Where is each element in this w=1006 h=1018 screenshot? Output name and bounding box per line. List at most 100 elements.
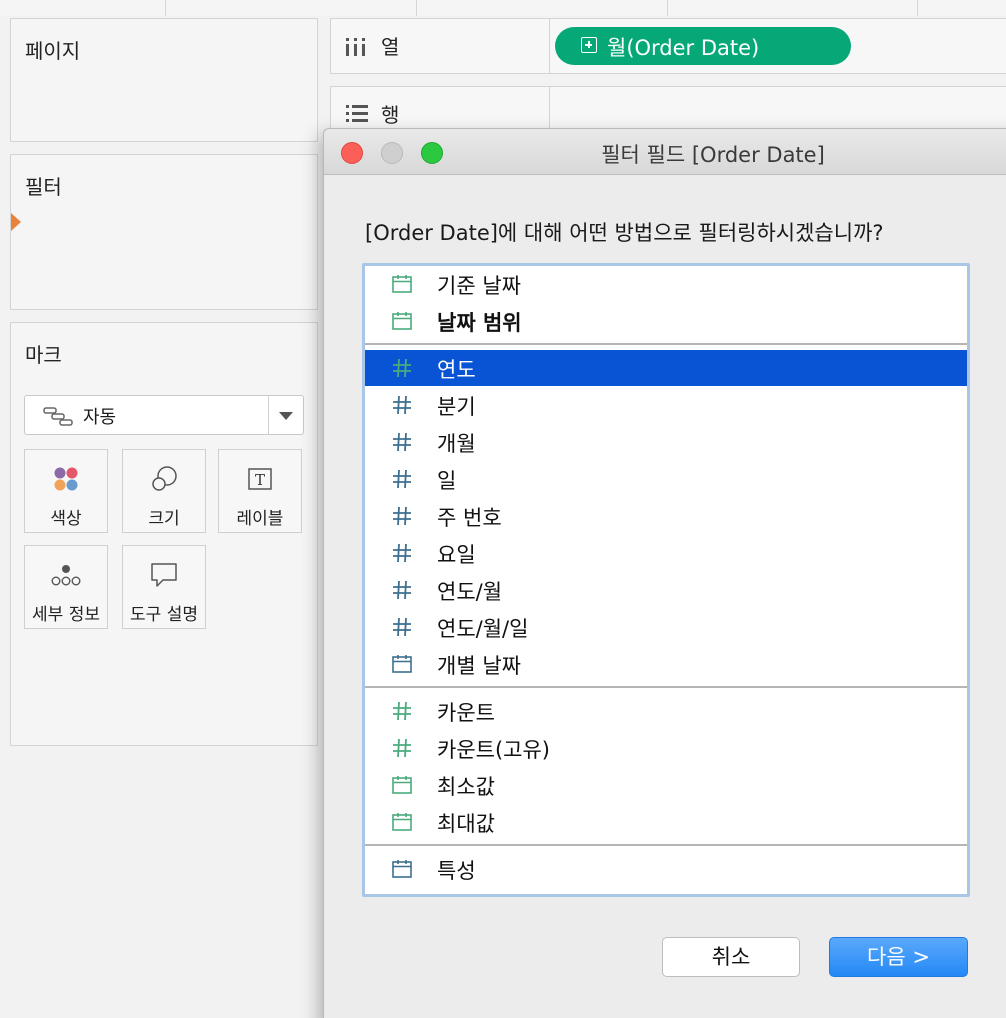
filter-option-item[interactable]: 연도/월 xyxy=(365,572,967,608)
size-button-label: 크기 xyxy=(148,509,180,529)
filter-option-label: 날짜 범위 xyxy=(437,311,522,335)
filter-option-item[interactable]: 카운트(고유) xyxy=(365,730,967,766)
filter-option-item[interactable]: 개월 xyxy=(365,424,967,460)
shelf-divider xyxy=(549,19,550,73)
filter-option-item[interactable]: 분기 xyxy=(365,387,967,423)
filter-option-label: 일 xyxy=(437,469,457,493)
filter-option-label: 특성 xyxy=(437,859,476,883)
rows-shelf-icon xyxy=(345,103,369,127)
hash-icon xyxy=(391,542,413,564)
calendar-icon xyxy=(391,273,413,295)
toolbar-divider xyxy=(667,0,668,16)
filter-option-label: 요일 xyxy=(437,543,476,567)
filter-option-label: 기준 날짜 xyxy=(437,274,521,298)
filter-option-label: 분기 xyxy=(437,395,476,419)
hash-icon xyxy=(391,505,413,527)
top-toolbar-strip xyxy=(0,0,1006,16)
rows-shelf-label: 행 xyxy=(381,103,400,127)
size-circles-icon xyxy=(123,464,205,494)
filters-card[interactable]: 필터 xyxy=(10,154,318,310)
month-order-date-pill[interactable]: 월(Order Date) xyxy=(555,27,851,65)
color-button-label: 색상 xyxy=(50,509,82,529)
toolbar-divider xyxy=(917,0,918,16)
toolbar-divider xyxy=(165,0,166,16)
filter-option-item[interactable]: 날짜 범위 xyxy=(365,303,967,339)
chevron-down-icon[interactable] xyxy=(279,412,293,420)
pages-title: 페이지 xyxy=(25,39,81,63)
filter-option-item[interactable]: 일 xyxy=(365,461,967,497)
tooltip-bubble-icon xyxy=(123,560,205,590)
filter-option-label: 주 번호 xyxy=(437,506,502,530)
filter-option-label: 연도 xyxy=(437,358,476,382)
hash-icon xyxy=(391,431,413,453)
next-button[interactable]: 다음 > xyxy=(829,937,968,977)
detail-dots-icon xyxy=(25,560,107,590)
calendar-icon xyxy=(391,653,413,675)
dialog-question: [Order Date]에 대해 어떤 방법으로 필터링하시겠습니까? xyxy=(365,221,884,245)
label-button-label: 레이블 xyxy=(236,509,284,529)
marks-title: 마크 xyxy=(25,343,62,367)
filter-option-item[interactable]: 카운트 xyxy=(365,693,967,729)
hash-icon xyxy=(391,579,413,601)
dropdown-divider xyxy=(268,396,269,434)
svg-text:T: T xyxy=(255,471,265,489)
filter-option-label: 최대값 xyxy=(437,812,495,836)
mark-type-label: 자동 xyxy=(83,407,117,428)
columns-shelf-icon xyxy=(345,37,367,61)
filter-option-label: 연도/월/일 xyxy=(437,617,529,641)
drop-indicator-icon xyxy=(11,213,21,231)
filter-option-label: 개별 날짜 xyxy=(437,654,521,678)
hash-icon xyxy=(391,700,413,722)
filter-option-item[interactable]: 개별 날짜 xyxy=(365,646,967,682)
marks-card: 마크 자동 색상 크기 T 레이블 세부 정보 도구 설명 xyxy=(10,322,318,746)
hash-icon xyxy=(391,394,413,416)
filter-option-item[interactable]: 특성 xyxy=(365,851,967,887)
mark-type-auto-icon xyxy=(43,406,73,430)
calendar-icon xyxy=(391,774,413,796)
pill-label: 월(Order Date) xyxy=(607,36,760,60)
filter-option-label: 개월 xyxy=(437,432,476,456)
label-button[interactable]: T 레이블 xyxy=(218,449,302,533)
filter-option-item[interactable]: 최소값 xyxy=(365,767,967,803)
hash-icon xyxy=(391,468,413,490)
filter-option-item[interactable]: 기준 날짜 xyxy=(365,266,967,302)
filter-option-item[interactable]: 연도 xyxy=(365,350,967,386)
filter-option-item[interactable]: 요일 xyxy=(365,535,967,571)
filter-option-list[interactable]: 기준 날짜날짜 범위연도분기개월일주 번호요일연도/월연도/월/일개별 날짜카운… xyxy=(362,263,970,897)
filter-option-item[interactable]: 주 번호 xyxy=(365,498,967,534)
filters-title: 필터 xyxy=(25,175,62,199)
cancel-button[interactable]: 취소 xyxy=(662,937,800,977)
filter-option-item[interactable]: 최대값 xyxy=(365,804,967,840)
toolbar-divider xyxy=(416,0,417,16)
tooltip-button-label: 도구 설명 xyxy=(130,605,198,625)
size-button[interactable]: 크기 xyxy=(122,449,206,533)
filter-option-label: 카운트 xyxy=(437,701,495,725)
calendar-icon xyxy=(391,310,413,332)
pages-card[interactable]: 페이지 xyxy=(10,18,318,142)
filter-option-item[interactable]: 연도/월/일 xyxy=(365,609,967,645)
label-t-icon: T xyxy=(219,464,301,494)
list-group-separator xyxy=(365,686,967,688)
filter-option-label: 연도/월 xyxy=(437,580,503,604)
calendar-icon xyxy=(391,858,413,880)
calendar-icon xyxy=(391,811,413,833)
mark-type-dropdown[interactable]: 자동 xyxy=(24,395,304,435)
filter-option-label: 카운트(고유) xyxy=(437,738,550,762)
list-group-separator xyxy=(365,343,967,345)
columns-shelf-label: 열 xyxy=(381,35,400,59)
columns-shelf[interactable]: 열 월(Order Date) xyxy=(330,18,1006,74)
expand-plus-icon[interactable] xyxy=(581,37,597,53)
dialog-title: 필터 필드 [Order Date] xyxy=(601,143,825,167)
filter-option-label: 최소값 xyxy=(437,775,495,799)
hash-icon xyxy=(391,616,413,638)
hash-icon xyxy=(391,737,413,759)
filter-field-dialog: 필터 필드 [Order Date] [Order Date]에 대해 어떤 방… xyxy=(323,128,1006,1018)
color-dots-icon xyxy=(25,464,107,494)
dialog-titlebar[interactable]: 필터 필드 [Order Date] xyxy=(324,129,1006,175)
color-button[interactable]: 색상 xyxy=(24,449,108,533)
detail-button-label: 세부 정보 xyxy=(32,605,100,625)
hash-icon xyxy=(391,357,413,379)
list-group-separator xyxy=(365,844,967,846)
detail-button[interactable]: 세부 정보 xyxy=(24,545,108,629)
tooltip-button[interactable]: 도구 설명 xyxy=(122,545,206,629)
